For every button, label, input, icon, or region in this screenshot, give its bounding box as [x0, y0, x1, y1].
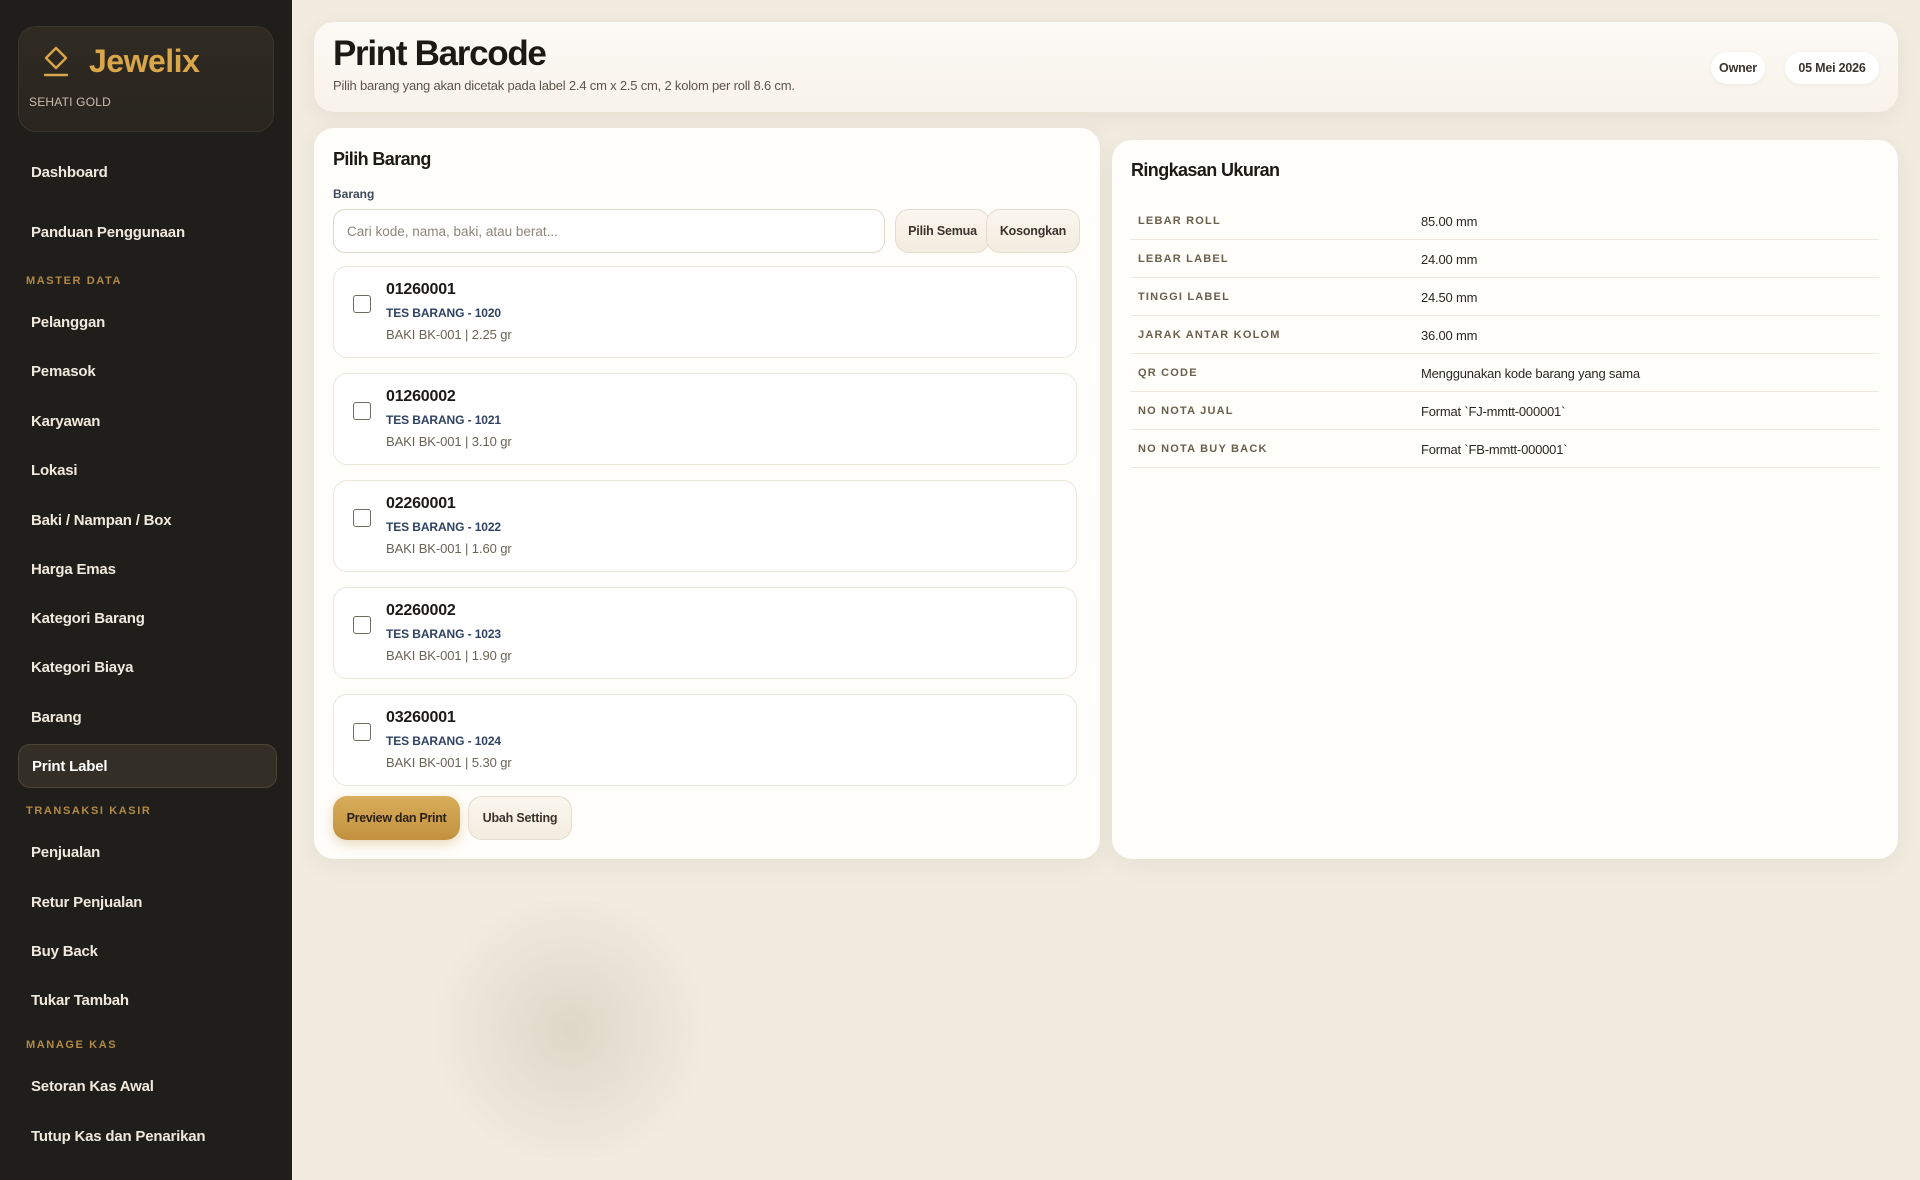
sidebar-item-kategori-barang[interactable]: Kategori Barang [18, 596, 277, 640]
sidebar-item-print-label[interactable]: Print Label [18, 744, 277, 788]
page-title: Print Barcode [333, 34, 547, 73]
summary-table: LEBAR ROLL 85.00 mm LEBAR LABEL 24.00 mm… [1131, 202, 1879, 468]
summary-key: QR CODE [1138, 367, 1198, 379]
list-item[interactable]: 01260002 TES BARANG - 1021 BAKI BK-001 |… [333, 373, 1077, 465]
list-item[interactable]: 03260001 TES BARANG - 1024 BAKI BK-001 |… [333, 694, 1077, 786]
summary-value: 24.50 mm [1421, 290, 1478, 305]
table-row: NO NOTA BUY BACK Format `FB-mmtt-000001` [1131, 430, 1879, 468]
summary-value: 85.00 mm [1421, 214, 1478, 229]
item-code: 01260001 [386, 281, 456, 298]
table-row: QR CODE Menggunakan kode barang yang sam… [1131, 354, 1879, 392]
page-subtitle: Pilih barang yang akan dicetak pada labe… [333, 78, 795, 93]
barang-field-label: Barang [333, 187, 375, 201]
ringkasan-ukuran-card: Ringkasan Ukuran LEBAR ROLL 85.00 mm LEB… [1112, 140, 1898, 859]
summary-value: Menggunakan kode barang yang sama [1421, 366, 1640, 381]
sidebar: Jewelix SEHATI GOLD Dashboard Panduan Pe… [0, 0, 292, 1180]
table-row: JARAK ANTAR KOLOM 36.00 mm [1131, 316, 1879, 354]
list-item[interactable]: 01260001 TES BARANG - 1020 BAKI BK-001 |… [333, 266, 1077, 358]
pilih-barang-title: Pilih Barang [333, 149, 431, 169]
sidebar-item-pemasok[interactable]: Pemasok [18, 349, 277, 393]
summary-value: 24.00 mm [1421, 252, 1478, 267]
sidebar-item-tutup-kas[interactable]: Tutup Kas dan Penarikan [18, 1114, 277, 1158]
item-name: TES BARANG - 1020 [386, 306, 501, 320]
sidebar-section-manage-kas: MANAGE KAS [26, 1039, 118, 1051]
pilih-barang-card: Pilih Barang Barang Pilih Semua Kosongka… [314, 128, 1100, 859]
item-meta: BAKI BK-001 | 1.90 gr [386, 648, 512, 663]
summary-value: 36.00 mm [1421, 328, 1478, 343]
item-meta: BAKI BK-001 | 5.30 gr [386, 755, 512, 770]
settings-button[interactable]: Ubah Setting [468, 796, 572, 840]
sidebar-item-karyawan[interactable]: Karyawan [18, 399, 277, 443]
summary-key: NO NOTA JUAL [1138, 405, 1234, 417]
sidebar-item-harga-emas[interactable]: Harga Emas [18, 547, 277, 591]
table-row: LEBAR ROLL 85.00 mm [1131, 202, 1879, 240]
summary-key: LEBAR LABEL [1138, 253, 1229, 265]
item-meta: BAKI BK-001 | 2.25 gr [386, 327, 512, 342]
background-glow [420, 900, 720, 1160]
item-checkbox[interactable] [353, 723, 371, 741]
item-code: 02260001 [386, 495, 456, 512]
item-checkbox[interactable] [353, 616, 371, 634]
brand-subtitle: SEHATI GOLD [29, 95, 111, 109]
item-code: 02260002 [386, 602, 456, 619]
summary-key: JARAK ANTAR KOLOM [1138, 329, 1281, 341]
summary-value: Format `FJ-mmtt-000001` [1421, 404, 1566, 419]
sidebar-item-dashboard[interactable]: Dashboard [18, 150, 277, 194]
summary-key: TINGGI LABEL [1138, 291, 1231, 303]
item-name: TES BARANG - 1024 [386, 734, 501, 748]
date-badge: 05 Mei 2026 [1785, 52, 1879, 84]
sidebar-item-baki[interactable]: Baki / Nampan / Box [18, 498, 277, 542]
item-name: TES BARANG - 1021 [386, 413, 501, 427]
table-row: LEBAR LABEL 24.00 mm [1131, 240, 1879, 278]
sidebar-item-barang[interactable]: Barang [18, 695, 277, 739]
item-code: 03260001 [386, 709, 456, 726]
diamond-icon [43, 46, 69, 77]
page-header: Print Barcode Pilih barang yang akan dic… [314, 22, 1898, 112]
sidebar-item-lokasi[interactable]: Lokasi [18, 448, 277, 492]
item-checkbox[interactable] [353, 509, 371, 527]
summary-value: Format `FB-mmtt-000001` [1421, 442, 1568, 457]
item-checkbox[interactable] [353, 402, 371, 420]
item-meta: BAKI BK-001 | 1.60 gr [386, 541, 512, 556]
clear-button[interactable]: Kosongkan [986, 209, 1080, 253]
search-input[interactable] [333, 209, 885, 253]
table-row: NO NOTA JUAL Format `FJ-mmtt-000001` [1131, 392, 1879, 430]
sidebar-item-retur-penjualan[interactable]: Retur Penjualan [18, 880, 277, 924]
item-name: TES BARANG - 1023 [386, 627, 501, 641]
user-role-badge: Owner [1711, 52, 1765, 84]
ringkasan-title: Ringkasan Ukuran [1131, 160, 1280, 180]
select-all-button[interactable]: Pilih Semua [895, 209, 990, 253]
sidebar-item-kategori-biaya[interactable]: Kategori Biaya [18, 645, 277, 689]
summary-key: LEBAR ROLL [1138, 215, 1221, 227]
item-code: 01260002 [386, 388, 456, 405]
sidebar-item-setoran-kas-awal[interactable]: Setoran Kas Awal [18, 1064, 277, 1108]
item-name: TES BARANG - 1022 [386, 520, 501, 534]
sidebar-section-master-data: MASTER DATA [26, 275, 123, 287]
brand-card: Jewelix SEHATI GOLD [18, 26, 274, 132]
preview-print-button[interactable]: Preview dan Print [333, 796, 460, 840]
sidebar-item-panduan-penggunaan[interactable]: Panduan Penggunaan [18, 210, 277, 254]
summary-key: NO NOTA BUY BACK [1138, 443, 1268, 455]
sidebar-section-transaksi-kasir: TRANSAKSI KASIR [26, 805, 152, 817]
sidebar-item-buy-back[interactable]: Buy Back [18, 929, 277, 973]
sidebar-item-pelanggan[interactable]: Pelanggan [18, 300, 277, 344]
list-item[interactable]: 02260001 TES BARANG - 1022 BAKI BK-001 |… [333, 480, 1077, 572]
item-checkbox[interactable] [353, 295, 371, 313]
sidebar-item-penjualan[interactable]: Penjualan [18, 830, 277, 874]
sidebar-item-tukar-tambah[interactable]: Tukar Tambah [18, 978, 277, 1022]
table-row: TINGGI LABEL 24.50 mm [1131, 278, 1879, 316]
list-item[interactable]: 02260002 TES BARANG - 1023 BAKI BK-001 |… [333, 587, 1077, 679]
item-meta: BAKI BK-001 | 3.10 gr [386, 434, 512, 449]
brand-name: Jewelix [89, 43, 200, 79]
